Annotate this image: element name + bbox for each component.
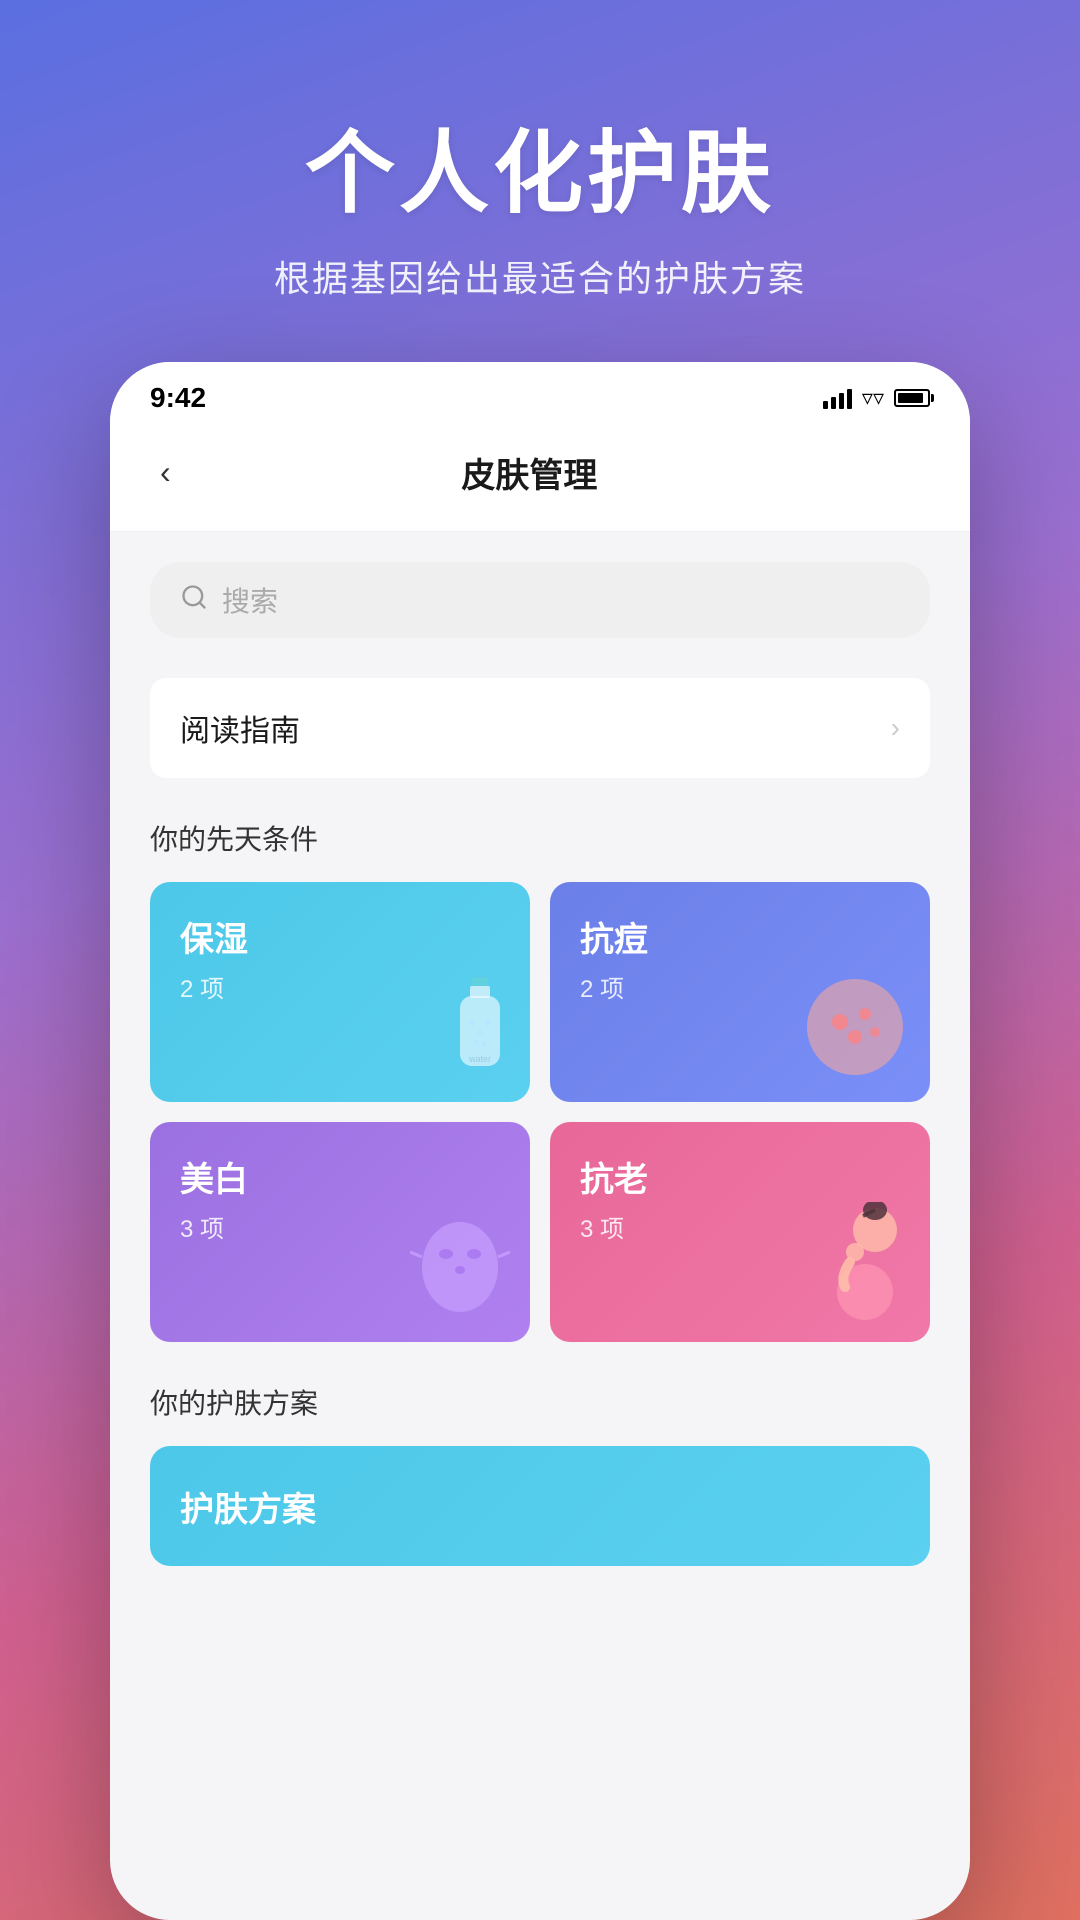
card-whitening[interactable]: 美白 3 项 — [150, 1122, 530, 1342]
plan-section-label: 你的护肤方案 — [150, 1382, 930, 1422]
skincare-plan-title: 护肤方案 — [180, 1482, 316, 1531]
battery-icon — [894, 389, 930, 407]
guide-row[interactable]: 阅读指南 › — [150, 678, 930, 778]
card-antiaging-title: 抗老 — [580, 1152, 900, 1201]
guide-label: 阅读指南 — [180, 706, 891, 750]
wifi-icon: ▿▿ — [862, 385, 884, 411]
card-acne-title: 抗痘 — [580, 912, 900, 961]
card-antiaging-count: 3 项 — [580, 1209, 900, 1244]
search-icon — [180, 583, 208, 618]
back-button[interactable]: ‹ — [150, 444, 181, 501]
card-whitening-count: 3 项 — [180, 1209, 500, 1244]
search-bar[interactable]: 搜索 — [150, 562, 930, 638]
search-placeholder: 搜索 — [222, 580, 278, 620]
content-area: 搜索 阅读指南 › 你的先天条件 保湿 2 项 — [110, 532, 970, 1596]
nav-bar: ‹ 皮肤管理 — [110, 424, 970, 532]
chevron-right-icon: › — [891, 712, 900, 744]
page-title: 皮肤管理 — [181, 448, 878, 497]
conditions-label: 你的先天条件 — [150, 818, 930, 858]
hero-subtitle: 根据基因给出最适合的护肤方案 — [274, 250, 806, 302]
card-acne-count: 2 项 — [580, 969, 900, 1004]
status-time: 9:42 — [150, 382, 206, 414]
signal-icon — [823, 387, 852, 409]
phone-mockup: 9:42 ▿▿ ‹ 皮肤管理 — [110, 362, 970, 1920]
hero-title: 个人化护肤 — [305, 100, 775, 230]
svg-text:water: water — [468, 1054, 491, 1064]
status-bar: 9:42 ▿▿ — [110, 362, 970, 424]
cards-grid: 保湿 2 项 — [150, 882, 930, 1342]
card-moisturize-count: 2 项 — [180, 969, 500, 1004]
hero-section: 个人化护肤 根据基因给出最适合的护肤方案 — [0, 0, 1080, 362]
card-acne[interactable]: 抗痘 2 项 — [550, 882, 930, 1102]
card-whitening-title: 美白 — [180, 1152, 500, 1201]
card-moisturize[interactable]: 保湿 2 项 — [150, 882, 530, 1102]
skincare-plan-card[interactable]: 护肤方案 — [150, 1446, 930, 1566]
card-antiaging[interactable]: 抗老 3 项 — [550, 1122, 930, 1342]
card-moisturize-title: 保湿 — [180, 912, 500, 961]
status-icons: ▿▿ — [823, 385, 930, 411]
